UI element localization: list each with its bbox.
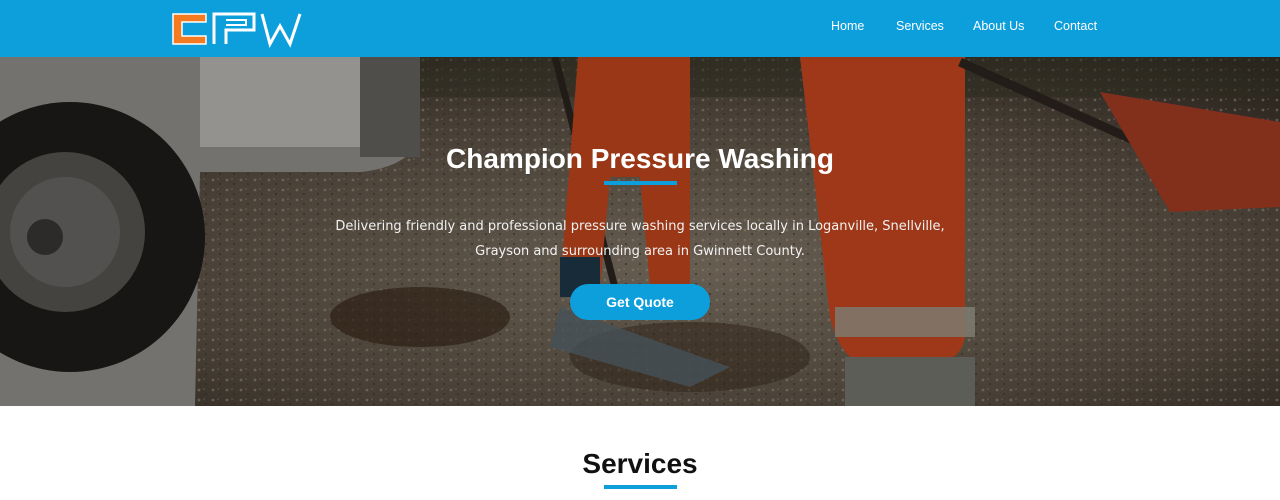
hero-description: Delivering friendly and professional pre… — [335, 219, 945, 259]
nav-link-about-us[interactable]: About Us — [973, 19, 1024, 33]
hero-section: Champion Pressure Washing Delivering fri… — [0, 57, 1280, 406]
services-heading: Services — [582, 448, 698, 479]
get-quote-button[interactable]: Get Quote — [570, 284, 710, 320]
hero-title-underline — [604, 181, 677, 185]
nav-link-home[interactable]: Home — [831, 19, 864, 33]
navbar: Home Services About Us Contact — [0, 0, 1280, 57]
services-heading-underline — [604, 485, 677, 489]
nav-link-contact[interactable]: Contact — [1054, 19, 1097, 33]
hero-title: Champion Pressure Washing — [446, 143, 834, 174]
nav-link-services[interactable]: Services — [896, 19, 944, 33]
cpw-logo[interactable] — [170, 8, 304, 48]
